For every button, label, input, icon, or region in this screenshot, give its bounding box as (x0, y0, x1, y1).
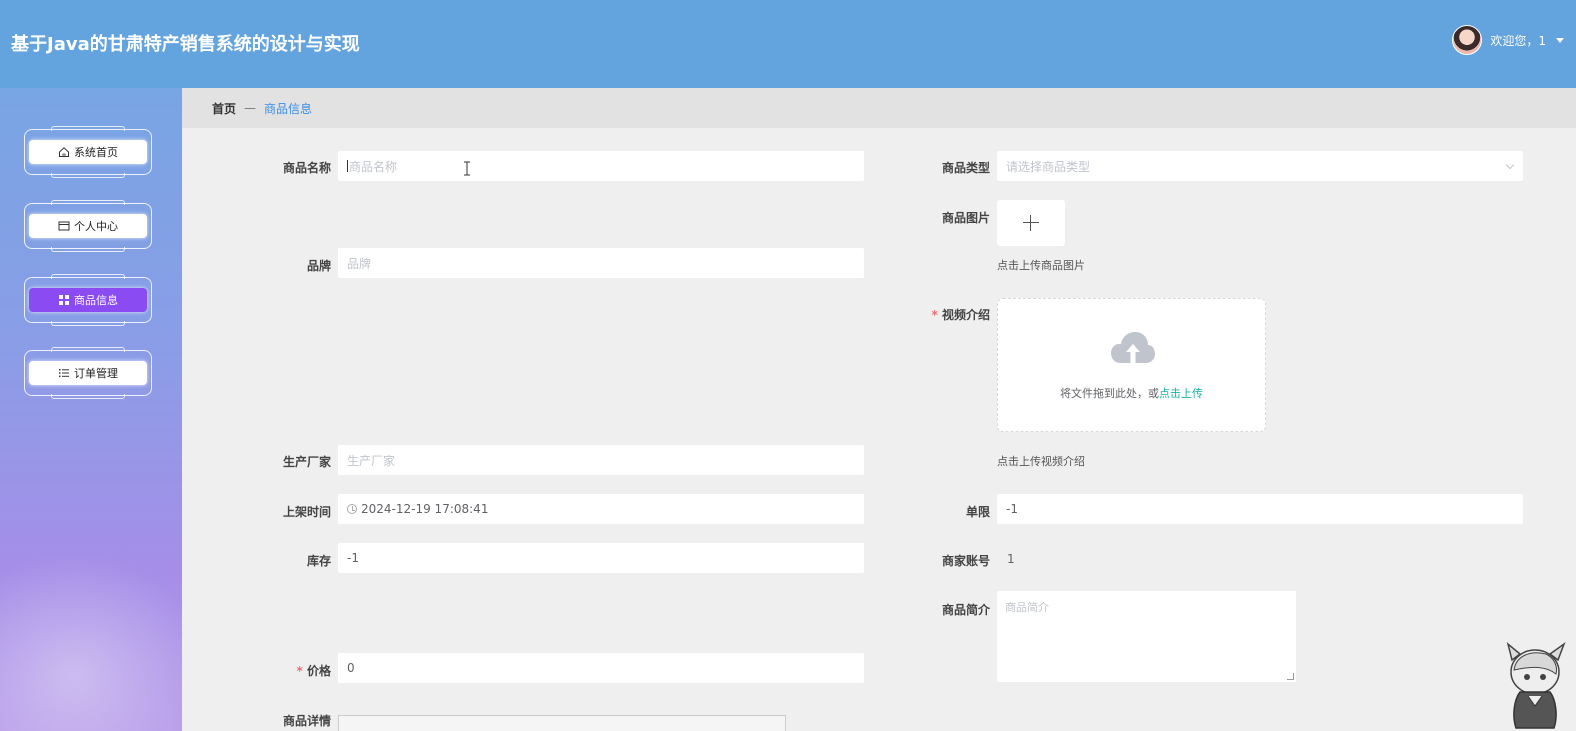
image-label: 商品图片 (941, 211, 990, 225)
intro-label: 商品简介 (941, 603, 990, 617)
caret-down-icon[interactable] (1556, 37, 1564, 43)
card-icon (58, 221, 70, 231)
listing-time-label: 上架时间 (282, 505, 331, 519)
sidebar-item-label: 订单管理 (74, 367, 118, 380)
breadcrumb: 首页 — 商品信息 (182, 88, 1576, 128)
image-upload-hint: 点击上传商品图片 (997, 259, 1085, 272)
breadcrumb-home[interactable]: 首页 (212, 100, 236, 117)
click-upload-link[interactable]: 点击上传 (1159, 387, 1203, 400)
breadcrumb-current: 商品信息 (264, 101, 313, 116)
price-label: 价格 (241, 662, 331, 679)
price-input[interactable]: 0 (338, 653, 864, 683)
sidebar-item-label: 商品信息 (74, 294, 118, 307)
merchant-label: 商家账号 (941, 554, 990, 568)
cloud-upload-icon (1111, 332, 1155, 363)
image-upload-button[interactable] (997, 200, 1065, 246)
limit-input[interactable]: -1 (997, 494, 1523, 524)
top-header: 基于Java的甘肃特产销售系统的设计与实现 欢迎您，1 (0, 0, 1576, 88)
video-upload-hint: 点击上传视频介绍 (997, 455, 1085, 468)
sidebar-item-profile[interactable]: 个人中心 (24, 200, 152, 252)
merchant-value: 1 (1007, 552, 1015, 566)
home-icon (59, 147, 69, 157)
user-menu[interactable]: 欢迎您，1 (1452, 24, 1564, 56)
category-label: 商品类型 (941, 161, 990, 175)
category-select[interactable]: 请选择商品类型 (997, 151, 1523, 181)
breadcrumb-separator: — (244, 101, 257, 115)
manufacturer-label: 生产厂家 (282, 455, 331, 469)
sidebar: 系统首页 个人中心 商品信息 订单管理 (0, 88, 182, 731)
text-cursor-icon (464, 161, 470, 176)
listing-time-picker[interactable]: 2024-12-19 17:08:41 (338, 494, 864, 524)
detail-label: 商品详情 (282, 714, 331, 728)
sidebar-item-label: 个人中心 (74, 220, 118, 233)
welcome-text[interactable]: 欢迎您，1 (1490, 32, 1546, 49)
brand-input[interactable]: 品牌 (338, 248, 864, 278)
name-label: 商品名称 (282, 161, 331, 175)
list-icon (59, 369, 69, 378)
stock-label: 库存 (306, 554, 331, 568)
brand-label: 品牌 (306, 259, 331, 273)
detail-editor-toolbar[interactable] (338, 715, 786, 731)
stock-input[interactable]: -1 (338, 543, 864, 573)
limit-label: 单限 (965, 505, 990, 519)
manufacturer-input[interactable]: 生产厂家 (338, 445, 864, 475)
sidebar-item-orders[interactable]: 订单管理 (24, 347, 152, 399)
avatar[interactable] (1452, 25, 1483, 55)
intro-textarea[interactable]: 商品简介 (997, 591, 1296, 682)
app-title: 基于Java的甘肃特产销售系统的设计与实现 (11, 34, 360, 55)
sidebar-item-home[interactable]: 系统首页 (24, 126, 152, 178)
product-name-input[interactable]: 商品名称 (338, 151, 864, 181)
plus-icon (1023, 215, 1039, 231)
clock-icon (347, 504, 357, 514)
grid-icon (59, 295, 69, 305)
chevron-down-icon (1505, 160, 1515, 170)
resize-handle-icon[interactable] (1287, 673, 1294, 680)
mascot-image (1506, 641, 1566, 729)
sidebar-item-label: 系统首页 (74, 146, 118, 159)
video-upload-dropzone[interactable]: 将文件拖到此处，或点击上传 (997, 298, 1266, 432)
sidebar-item-products[interactable]: 商品信息 (24, 274, 152, 326)
video-label: 视频介绍 (900, 306, 990, 323)
